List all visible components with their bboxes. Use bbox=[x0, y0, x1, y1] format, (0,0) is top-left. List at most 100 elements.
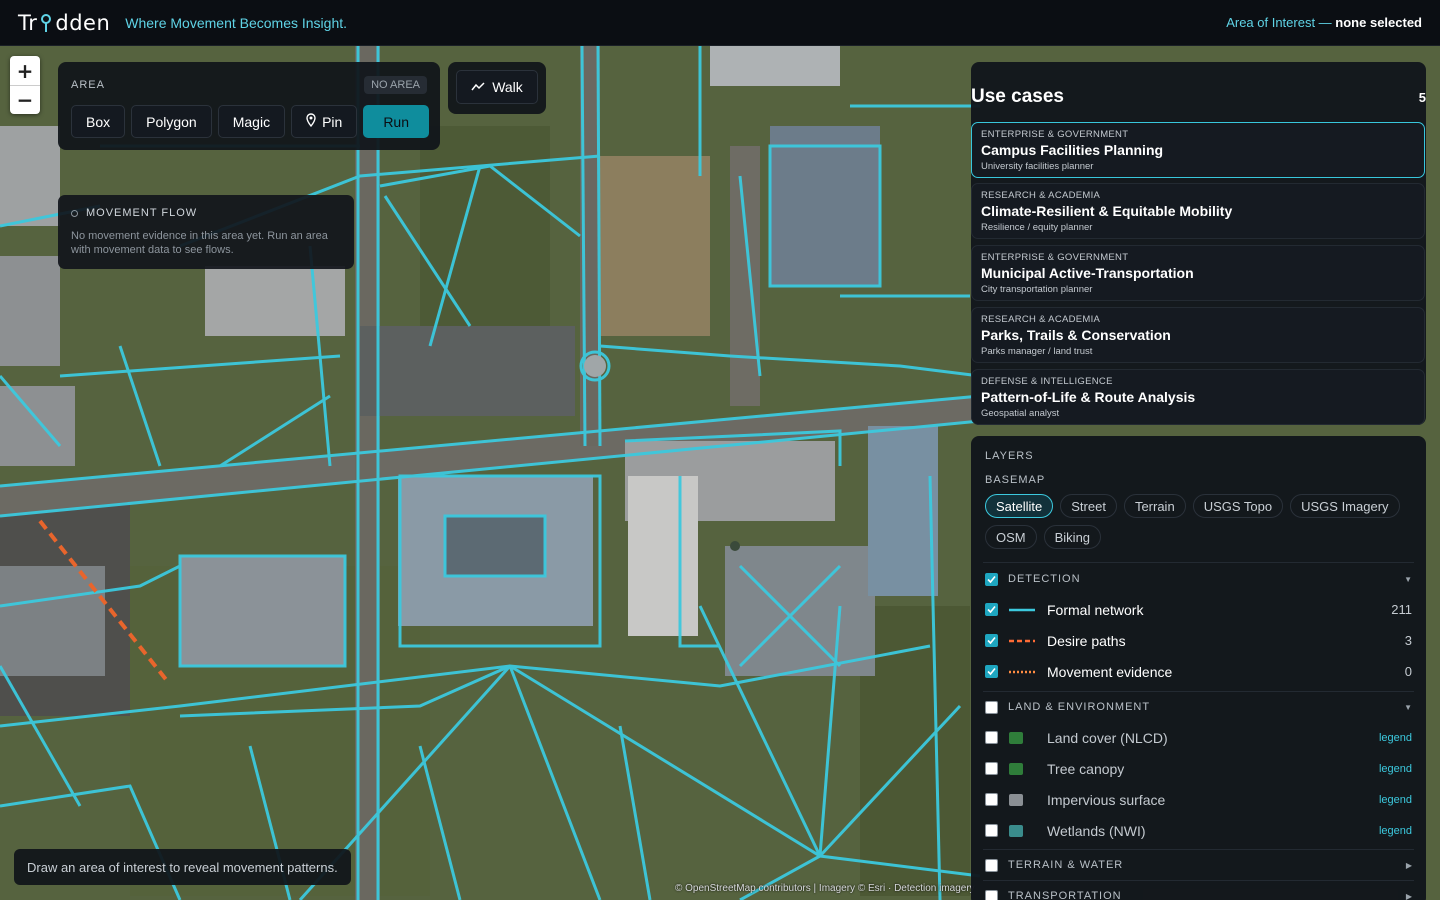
use-case-name: Pattern-of-Life & Route Analysis bbox=[981, 389, 1196, 405]
basemap-chip-biking[interactable]: Biking bbox=[1043, 525, 1102, 549]
terrain-water-group[interactable]: TERRAIN & WATER ▶ bbox=[985, 850, 1412, 880]
use-case-card[interactable]: RESEARCH & ACADEMIA Climate-Resilient & … bbox=[971, 183, 1425, 239]
basemap-options: Satellite Street Terrain USGS Topo USGS … bbox=[985, 494, 1405, 549]
use-case-name: Campus Facilities Planning bbox=[981, 142, 1164, 158]
desire-paths-checkbox[interactable] bbox=[985, 634, 998, 647]
detection-group[interactable]: DETECTION ▼ bbox=[985, 564, 1412, 594]
impervious-checkbox[interactable] bbox=[985, 793, 998, 806]
status-dot-icon bbox=[71, 209, 78, 217]
basemap-chip-osm[interactable]: OSM bbox=[985, 525, 1037, 549]
tagline: Where Movement Becomes Insight. bbox=[125, 14, 348, 31]
legend-link[interactable]: legend bbox=[1379, 732, 1412, 744]
transportation-checkbox[interactable] bbox=[985, 889, 998, 900]
color-swatch-icon bbox=[1009, 793, 1035, 806]
use-case-card[interactable]: RESEARCH & ACADEMIA Parks, Trails & Cons… bbox=[971, 307, 1425, 363]
area-of-interest-status: Area of Interest — none selected bbox=[1226, 15, 1422, 30]
use-case-subtitle: Parks manager / land trust bbox=[981, 346, 1093, 357]
layer-row-land-cover: Land cover (NLCD) legend bbox=[985, 722, 1412, 753]
movement-flow-panel: MOVEMENT FLOW No movement evidence in th… bbox=[58, 195, 354, 269]
zoom-controls: + − bbox=[10, 56, 40, 114]
caret-down-icon[interactable]: ▼ bbox=[1404, 575, 1412, 584]
use-case-card[interactable]: DEFENSE & INTELLIGENCE Pattern-of-Life &… bbox=[971, 369, 1425, 425]
detection-checkbox[interactable] bbox=[985, 572, 998, 586]
walk-label: Walk bbox=[492, 79, 523, 95]
layer-name: Tree canopy bbox=[1047, 760, 1125, 777]
zoom-out-button[interactable]: − bbox=[10, 85, 40, 114]
land-cover-checkbox[interactable] bbox=[985, 731, 998, 744]
use-case-card[interactable]: ENTERPRISE & GOVERNMENT Campus Facilitie… bbox=[971, 122, 1425, 178]
movement-flow-message: No movement evidence in this area yet. R… bbox=[71, 230, 328, 256]
solid-line-icon bbox=[1009, 608, 1035, 612]
caret-down-icon[interactable]: ▼ bbox=[1404, 703, 1412, 712]
formal-network-checkbox[interactable] bbox=[985, 603, 998, 616]
layer-count: 3 bbox=[1404, 633, 1412, 648]
magic-tool-button[interactable]: Magic bbox=[217, 105, 286, 138]
color-swatch-icon bbox=[1009, 762, 1035, 775]
basemap-chip-satellite[interactable]: Satellite bbox=[985, 494, 1054, 518]
use-cases-title: Use cases bbox=[971, 86, 1064, 107]
caret-right-icon[interactable]: ▶ bbox=[1406, 861, 1412, 870]
land-environment-label: LAND & ENVIRONMENT bbox=[1008, 701, 1151, 713]
area-status-badge: NO AREA bbox=[364, 76, 427, 94]
layer-row-wetlands: Wetlands (NWI) legend bbox=[985, 815, 1412, 846]
land-environment-checkbox[interactable] bbox=[985, 700, 998, 714]
polygon-tool-label: Polygon bbox=[146, 113, 197, 130]
layer-row-impervious: Impervious surface legend bbox=[985, 784, 1412, 815]
use-case-subtitle: University facilities planner bbox=[981, 161, 1094, 172]
pin-tool-button[interactable]: Pin bbox=[291, 105, 358, 138]
movement-evidence-checkbox[interactable] bbox=[985, 665, 998, 678]
magic-tool-label: Magic bbox=[232, 113, 271, 130]
zoom-in-button[interactable]: + bbox=[10, 56, 40, 85]
map-canvas[interactable]: + − AREA NO AREA Box Polygon Magic Pin R… bbox=[0, 46, 1440, 900]
use-case-category: DEFENSE & INTELLIGENCE bbox=[981, 376, 1113, 387]
basemap-chip-street[interactable]: Street bbox=[1060, 494, 1117, 518]
box-tool-label: Box bbox=[86, 113, 111, 130]
use-case-card[interactable]: ENTERPRISE & GOVERNMENT Municipal Active… bbox=[971, 245, 1425, 301]
walk-panel: Walk bbox=[448, 62, 546, 114]
legend-link[interactable]: legend bbox=[1379, 763, 1412, 775]
layer-count: 0 bbox=[1404, 664, 1412, 679]
wetlands-checkbox[interactable] bbox=[985, 824, 998, 837]
caret-right-icon[interactable]: ▶ bbox=[1406, 892, 1412, 900]
layer-row-tree-canopy: Tree canopy legend bbox=[985, 753, 1412, 784]
basemap-label: BASEMAP bbox=[985, 474, 1046, 486]
layers-title: LAYERS bbox=[985, 450, 1034, 462]
layer-name: Movement evidence bbox=[1047, 663, 1173, 680]
use-case-category: RESEARCH & ACADEMIA bbox=[981, 190, 1101, 201]
transportation-group[interactable]: TRANSPORTATION ▶ bbox=[985, 881, 1412, 900]
basemap-chip-terrain[interactable]: Terrain bbox=[1123, 494, 1186, 518]
map-attribution[interactable]: © OpenStreetMap contributors | Imagery ©… bbox=[675, 883, 975, 894]
run-button[interactable]: Run bbox=[363, 105, 429, 138]
layer-row-movement-evidence: Movement evidence 0 bbox=[985, 656, 1412, 687]
color-swatch-icon bbox=[1009, 731, 1035, 744]
polygon-tool-button[interactable]: Polygon bbox=[131, 105, 212, 138]
layer-row-desire-paths: Desire paths 3 bbox=[985, 625, 1412, 656]
hint-toast: Draw an area of interest to reveal movem… bbox=[14, 849, 351, 885]
tree-canopy-checkbox[interactable] bbox=[985, 762, 998, 775]
layer-name: Land cover (NLCD) bbox=[1047, 729, 1168, 746]
walk-button[interactable]: Walk bbox=[456, 70, 538, 104]
walk-trend-icon bbox=[471, 79, 485, 95]
layer-name: Desire paths bbox=[1047, 632, 1126, 649]
aoi-value: none selected bbox=[1335, 15, 1422, 30]
land-environment-group[interactable]: LAND & ENVIRONMENT ▼ bbox=[985, 692, 1412, 722]
brand-logo[interactable]: Tr dden bbox=[18, 11, 110, 35]
use-case-category: ENTERPRISE & GOVERNMENT bbox=[981, 129, 1129, 140]
terrain-water-checkbox[interactable] bbox=[985, 858, 998, 872]
use-cases-panel: Use cases 5 ENTERPRISE & GOVERNMENT Camp… bbox=[971, 62, 1426, 425]
basemap-chip-usgs-topo[interactable]: USGS Topo bbox=[1192, 494, 1284, 518]
area-title: AREA bbox=[71, 79, 105, 91]
legend-link[interactable]: legend bbox=[1379, 794, 1412, 806]
top-bar: Tr dden Where Movement Becomes Insight. … bbox=[0, 0, 1440, 46]
layer-name: Wetlands (NWI) bbox=[1047, 822, 1146, 839]
legend-link[interactable]: legend bbox=[1379, 825, 1412, 837]
dotted-line-icon bbox=[1009, 670, 1035, 674]
use-case-subtitle: City transportation planner bbox=[981, 284, 1093, 295]
layer-name: Impervious surface bbox=[1047, 791, 1166, 808]
color-swatch-icon bbox=[1009, 824, 1035, 837]
area-panel: AREA NO AREA Box Polygon Magic Pin Run bbox=[58, 62, 440, 150]
aoi-label: Area of Interest — bbox=[1226, 15, 1336, 30]
basemap-chip-usgs-imagery[interactable]: USGS Imagery bbox=[1290, 494, 1400, 518]
box-tool-button[interactable]: Box bbox=[71, 105, 126, 138]
terrain-water-label: TERRAIN & WATER bbox=[1008, 859, 1124, 871]
